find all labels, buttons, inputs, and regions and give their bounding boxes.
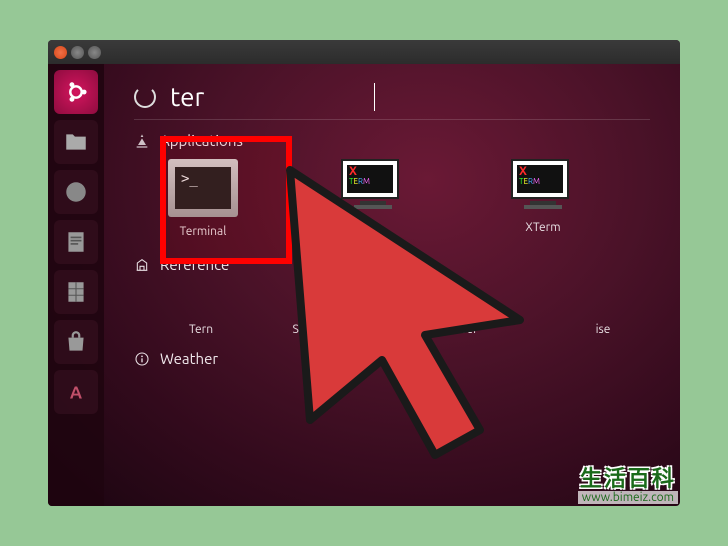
reference-icon [134, 257, 150, 273]
applications-icon [134, 133, 150, 149]
a-letter-icon: A [63, 379, 89, 405]
launcher-firefox[interactable] [54, 170, 98, 214]
svg-text:A: A [70, 384, 83, 403]
launcher-bar: A [48, 64, 104, 506]
spinner-icon [134, 86, 156, 108]
launcher-dash[interactable] [54, 70, 98, 114]
ref-item[interactable]: ise [556, 323, 650, 336]
watermark-url: www.bimeiz.com [578, 491, 678, 504]
watermark-title: 生活百科 [578, 467, 678, 491]
ref-item[interactable]: September 11 a [288, 323, 382, 336]
text-caret [374, 83, 375, 111]
search-input[interactable] [170, 82, 370, 111]
weather-header[interactable]: Weather [134, 350, 650, 367]
reference-results: Tern September 11 a Ter ise [134, 323, 650, 336]
launcher-writer[interactable] [54, 220, 98, 264]
ubuntu-icon [63, 79, 89, 105]
doc-icon [63, 229, 89, 255]
minimize-icon[interactable] [71, 46, 84, 59]
info-icon [134, 351, 150, 367]
sheet-icon [63, 279, 89, 305]
tutorial-highlight [160, 136, 292, 264]
globe-icon [63, 179, 89, 205]
titlebar [48, 40, 680, 64]
ref-item[interactable]: Tern [154, 323, 248, 336]
result-label: XTerm [525, 221, 560, 234]
watermark: 生活百科 www.bimeiz.com [578, 467, 678, 504]
launcher-amazon[interactable]: A [54, 370, 98, 414]
dash-overlay: Applications >_ Terminal X TERM [104, 64, 680, 506]
desktop-window: A Applications >_ Terminal [48, 40, 680, 506]
bag-icon [63, 329, 89, 355]
result-xterm[interactable]: X TERM XTerm [488, 159, 598, 238]
ref-item[interactable]: Ter [422, 323, 516, 336]
close-icon[interactable] [54, 46, 67, 59]
search-row [134, 82, 650, 120]
folder-icon [63, 129, 89, 155]
result-uxterm[interactable]: X TERM [318, 159, 428, 238]
xterm-icon: X TERM [511, 159, 575, 213]
launcher-files[interactable] [54, 120, 98, 164]
xterm-icon: X TERM [341, 159, 405, 213]
maximize-icon[interactable] [88, 46, 101, 59]
launcher-software[interactable] [54, 320, 98, 364]
weather-label: Weather [160, 350, 218, 367]
launcher-calc[interactable] [54, 270, 98, 314]
